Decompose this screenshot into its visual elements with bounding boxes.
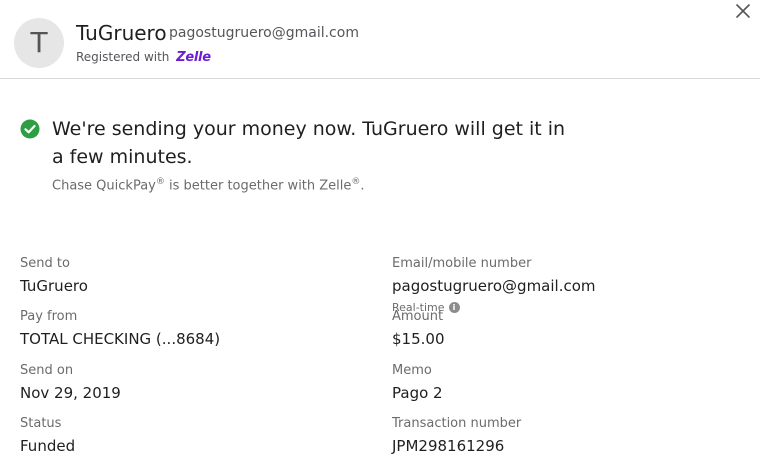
registered-mark-1: ® <box>155 177 165 187</box>
pay-from-label: Pay from <box>20 309 78 324</box>
note-text-1: Chase QuickPay <box>52 178 156 194</box>
memo-field: Memo Pago 2 <box>392 363 443 403</box>
transaction-field: Transaction number JPM298161296 <box>392 416 521 456</box>
memo-label: Memo <box>392 363 432 378</box>
email-field: Email/mobile number pagostugruero@gmail.… <box>392 256 596 296</box>
email-value: pagostugruero@gmail.com <box>392 277 596 295</box>
quickpay-note: Chase QuickPay® is better together with … <box>52 177 365 193</box>
send-to-value: TuGruero <box>20 277 88 295</box>
note-text-2: is better together with Zelle <box>164 178 352 194</box>
recipient-header: T TuGruero pagostugruero@gmail.com Regis… <box>0 0 760 79</box>
recipient-name: TuGruero <box>76 21 167 45</box>
info-icon[interactable]: i <box>448 302 460 313</box>
send-on-label: Send on <box>20 363 74 378</box>
confirmation-message: We're sending your money now. TuGruero w… <box>52 118 566 168</box>
pay-from-value: TOTAL CHECKING (...8684) <box>20 330 221 348</box>
avatar: T <box>14 18 64 68</box>
close-icon[interactable] <box>734 2 752 20</box>
check-circle-icon <box>20 119 40 139</box>
status-label: Status <box>20 416 62 431</box>
amount-label: Amount <box>392 309 444 324</box>
recipient-email: pagostugruero@gmail.com <box>169 25 359 41</box>
send-to-field: Send to TuGruero <box>20 256 88 296</box>
amount-value: $15.00 <box>392 330 445 348</box>
send-on-value: Nov 29, 2019 <box>20 384 121 402</box>
note-text-3: . <box>360 178 365 194</box>
transaction-label: Transaction number <box>392 416 522 431</box>
zelle-logo: Zelle <box>176 50 211 65</box>
status-value: Funded <box>20 437 76 455</box>
email-label: Email/mobile number <box>392 256 532 271</box>
send-to-label: Send to <box>20 256 70 271</box>
registered-label: Registered with <box>76 50 170 64</box>
send-on-field: Send on Nov 29, 2019 <box>20 363 121 403</box>
memo-value: Pago 2 <box>392 384 443 402</box>
amount-field: Amount $15.00 <box>392 309 445 349</box>
pay-from-field: Pay from TOTAL CHECKING (...8684) <box>20 309 220 349</box>
registered-with: Registered with Zelle <box>76 50 211 65</box>
status-field: Status Funded <box>20 416 75 456</box>
transaction-value: JPM298161296 <box>392 437 505 455</box>
